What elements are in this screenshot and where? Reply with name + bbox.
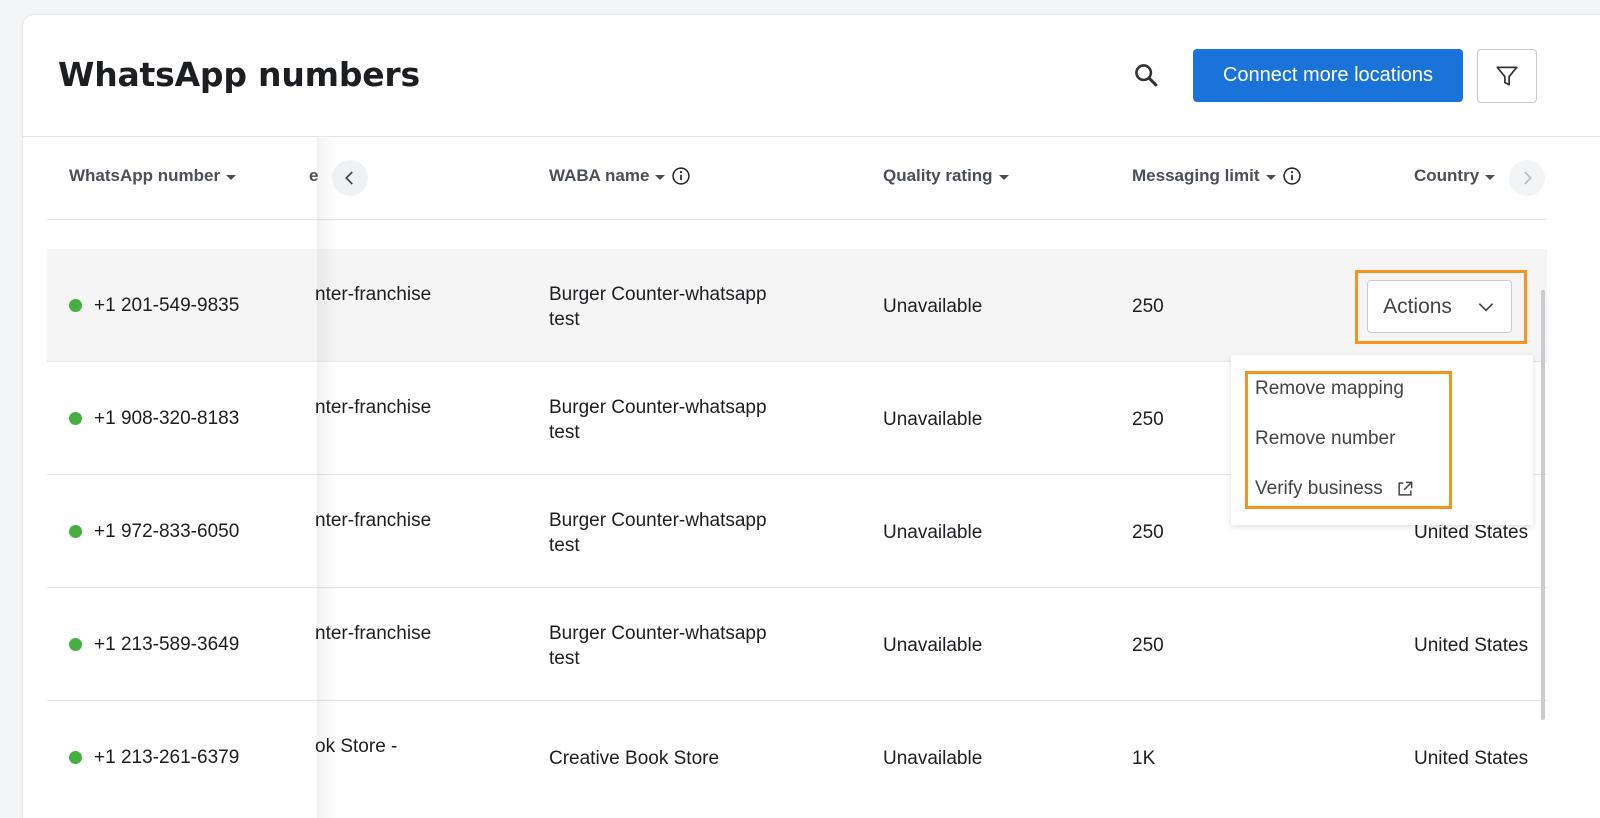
search-button[interactable]: [1128, 57, 1164, 93]
whatsapp-number: +1 972-833-6050: [94, 521, 240, 542]
filter-icon: [1496, 66, 1518, 86]
connect-more-locations-button[interactable]: Connect more locations: [1193, 49, 1463, 102]
actions-label: Actions: [1383, 294, 1452, 318]
quality-rating: Unavailable: [883, 635, 983, 656]
frozen-column-shadow: [317, 138, 337, 818]
country: United States: [1414, 635, 1529, 656]
table-header: WhatsApp number e WABA name Quality rati…: [47, 138, 1547, 220]
scroll-left-button[interactable]: [332, 160, 368, 196]
whatsapp-number: +1 213-589-3649: [94, 634, 240, 655]
column-header-quality-rating[interactable]: Quality rating: [883, 166, 1009, 186]
status-dot-icon: [69, 751, 82, 764]
column-header-messaging-limit[interactable]: Messaging limit: [1132, 166, 1302, 186]
actions-button[interactable]: Actions: [1367, 280, 1512, 333]
table-row: +1 213-589-3649 nter-franchise Burger Co…: [47, 588, 1547, 701]
scroll-right-button[interactable]: [1509, 160, 1545, 196]
waba-name-line2: test: [549, 309, 580, 330]
chevron-right-icon: [1524, 171, 1532, 185]
external-link-icon: [1398, 481, 1413, 496]
whatsapp-number: +1 908-320-8183: [94, 408, 240, 429]
page-title: WhatsApp numbers: [58, 55, 420, 94]
menu-item-remove-mapping[interactable]: Remove mapping: [1255, 378, 1404, 400]
waba-name-line2: test: [549, 648, 580, 669]
whatsapp-numbers-card: WhatsApp numbers Connect more locations …: [22, 14, 1600, 818]
messaging-limit: 250: [1132, 522, 1164, 543]
messaging-limit: 250: [1132, 296, 1164, 317]
menu-item-label: Verify business: [1255, 478, 1383, 499]
column-header-whatsapp-number[interactable]: WhatsApp number: [69, 166, 237, 186]
chevron-left-icon: [345, 171, 353, 185]
waba-name: Burger Counter-whatsapp: [549, 623, 767, 644]
messaging-limit: 1K: [1132, 748, 1156, 769]
quality-rating: Unavailable: [883, 748, 983, 769]
whatsapp-number: +1 201-549-9835: [94, 295, 240, 316]
column-label: Country: [1414, 166, 1480, 185]
waba-name: Creative Book Store: [549, 748, 720, 769]
sort-caret-icon: [226, 174, 237, 180]
table-row: +1 201-549-9835 nter-franchise Burger Co…: [47, 249, 1547, 362]
search-icon: [1135, 64, 1158, 87]
menu-item-remove-number[interactable]: Remove number: [1255, 428, 1395, 450]
waba-name: Burger Counter-whatsapp: [549, 284, 767, 305]
waba-name-line2: test: [549, 535, 580, 556]
column-header-waba-name[interactable]: WABA name: [549, 166, 691, 186]
messaging-limit: 250: [1132, 409, 1164, 430]
sort-caret-icon: [998, 174, 1009, 180]
messaging-limit: 250: [1132, 635, 1164, 656]
waba-name: Burger Counter-whatsapp: [549, 397, 767, 418]
menu-item-label: Remove mapping: [1255, 378, 1404, 399]
sort-caret-icon: [1485, 174, 1496, 180]
menu-item-label: Remove number: [1255, 428, 1396, 449]
quality-rating: Unavailable: [883, 522, 983, 543]
waba-name: Burger Counter-whatsapp: [549, 510, 767, 531]
column-header-country[interactable]: Country: [1414, 166, 1496, 186]
status-dot-icon: [69, 299, 82, 312]
status-dot-icon: [69, 412, 82, 425]
filter-button[interactable]: [1477, 49, 1537, 103]
column-label: WhatsApp number: [69, 166, 221, 185]
quality-rating: Unavailable: [883, 296, 983, 317]
quality-rating: Unavailable: [883, 409, 983, 430]
chevron-down-icon: [1478, 302, 1494, 312]
column-label: WABA name: [549, 166, 650, 185]
vertical-scrollbar[interactable]: [1541, 290, 1545, 720]
status-dot-icon: [69, 525, 82, 538]
column-label: Quality rating: [883, 166, 993, 185]
menu-item-verify-business[interactable]: Verify business: [1255, 478, 1415, 500]
table-row: +1 213-261-6379 ok Store - Creative Book…: [47, 701, 1547, 814]
sort-caret-icon: [1265, 174, 1276, 180]
info-icon[interactable]: [1282, 166, 1302, 186]
whatsapp-number: +1 213-261-6379: [94, 747, 240, 768]
country: United States: [1414, 748, 1529, 769]
waba-name-line2: test: [549, 422, 580, 443]
column-label: Messaging limit: [1132, 166, 1260, 185]
page-header: WhatsApp numbers Connect more locations: [23, 15, 1600, 137]
status-dot-icon: [69, 638, 82, 651]
info-icon[interactable]: [671, 166, 691, 186]
sort-caret-icon: [655, 174, 666, 180]
